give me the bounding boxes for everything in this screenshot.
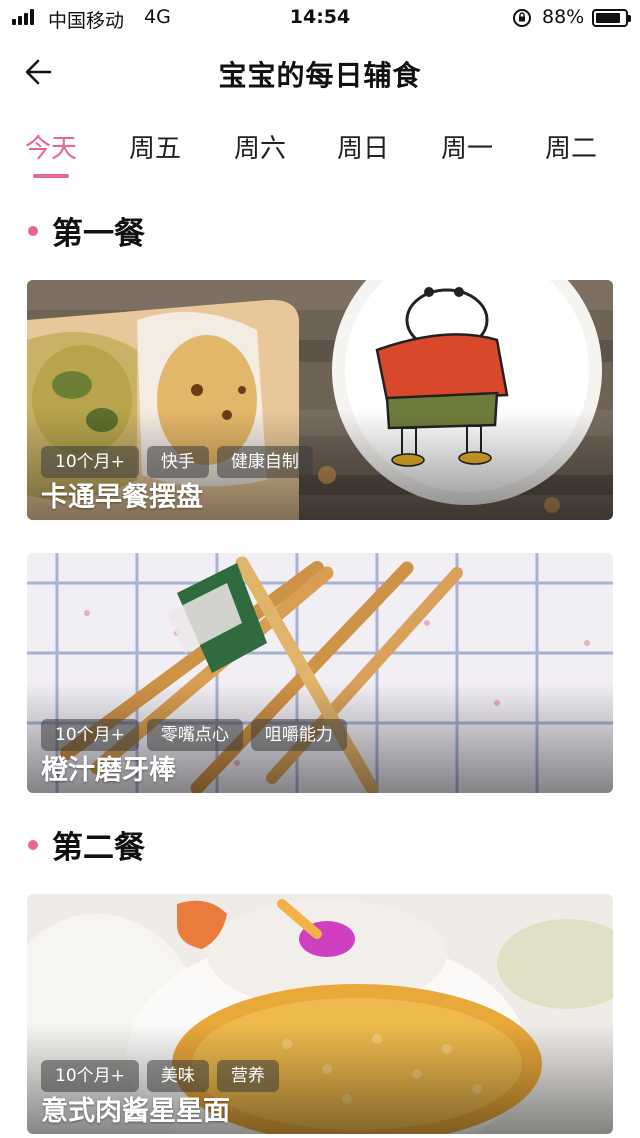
tag: 10个月+: [41, 1060, 139, 1092]
tag: 10个月+: [41, 719, 139, 751]
tab-sunday[interactable]: 周日: [318, 128, 408, 165]
nav-header: 宝宝的每日辅食: [0, 36, 640, 108]
recipe-card[interactable]: 10个月+ 零嘴点心 咀嚼能力 橙汁磨牙棒: [27, 553, 613, 793]
tab-tuesday[interactable]: 周二: [526, 128, 616, 165]
tab-monday[interactable]: 周一: [422, 128, 512, 165]
tab-indicator: [33, 174, 69, 178]
tag: 10个月+: [41, 446, 139, 478]
orientation-lock-icon: [513, 9, 531, 27]
tag-list: 10个月+ 美味 营养: [41, 1060, 279, 1092]
section-title: 第一餐: [28, 208, 145, 253]
section-label: 第一餐: [52, 216, 145, 252]
battery-percent: 88%: [542, 6, 585, 28]
tag: 美味: [146, 1060, 209, 1092]
tag: 营养: [216, 1060, 279, 1092]
page-title: 宝宝的每日辅食: [218, 59, 422, 92]
section-label: 第二餐: [52, 830, 145, 866]
tab-saturday[interactable]: 周六: [215, 128, 305, 165]
tag: 快手: [146, 446, 209, 478]
section-dot-icon: [28, 839, 38, 850]
status-bar: 中国移动 4G 14:54 88%: [0, 0, 640, 36]
day-tabs: 今天 周五 周六 周日 周一 周二: [0, 118, 640, 182]
tab-friday[interactable]: 周五: [110, 128, 200, 165]
tag: 健康自制: [216, 446, 313, 478]
tag-list: 10个月+ 快手 健康自制: [41, 446, 313, 478]
tag-list: 10个月+ 零嘴点心 咀嚼能力: [41, 719, 347, 751]
recipe-title: 卡通早餐摆盘: [41, 482, 203, 513]
recipe-card[interactable]: 10个月+ 快手 健康自制 卡通早餐摆盘: [27, 280, 613, 520]
battery-icon: [592, 9, 631, 27]
section-title: 第二餐: [28, 822, 145, 867]
recipe-title: 橙汁磨牙棒: [41, 755, 176, 786]
recipe-title: 意式肉酱星星面: [41, 1096, 230, 1127]
tag: 零嘴点心: [146, 719, 243, 751]
tag: 咀嚼能力: [250, 719, 347, 751]
recipe-card[interactable]: 10个月+ 美味 营养 意式肉酱星星面: [27, 894, 613, 1134]
tab-today[interactable]: 今天: [6, 128, 96, 165]
section-dot-icon: [28, 225, 38, 236]
